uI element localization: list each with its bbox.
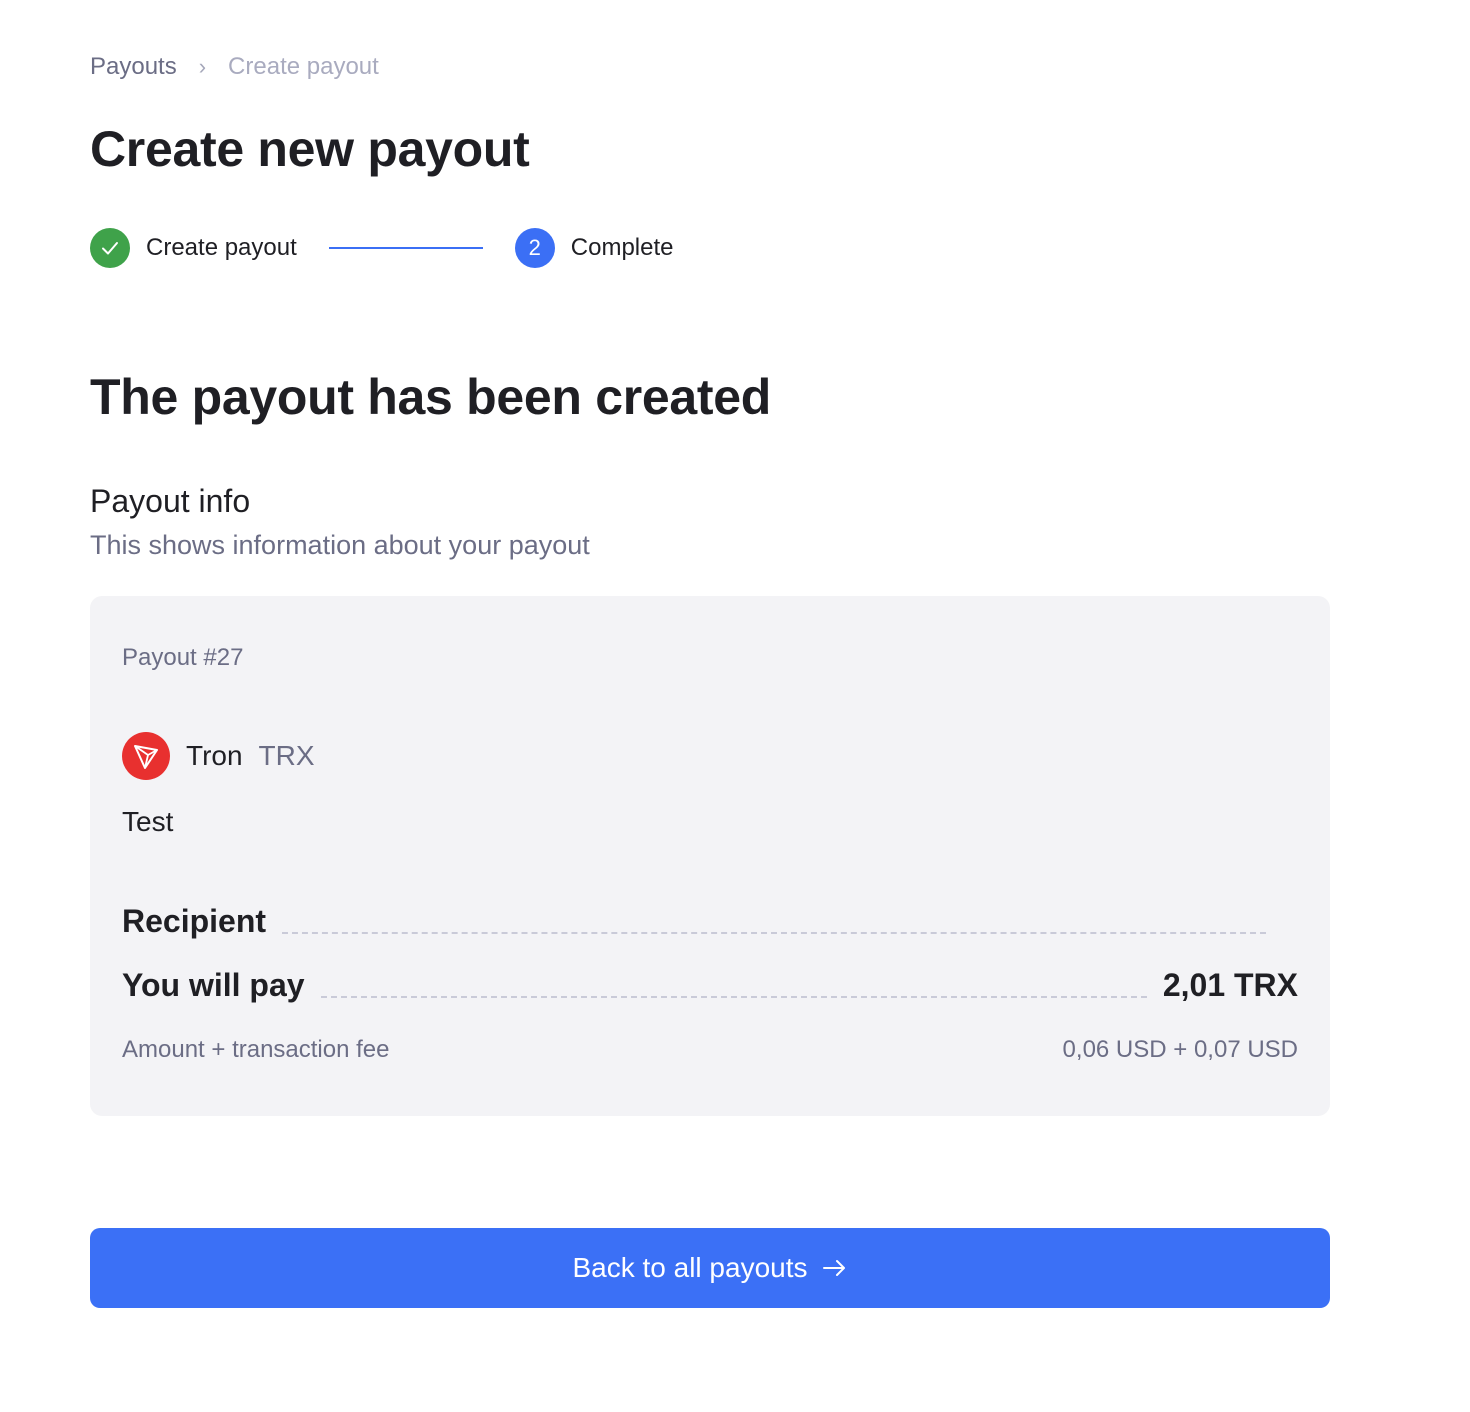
step-label-create-payout: Create payout <box>146 234 297 261</box>
chevron-right-icon: › <box>198 54 207 79</box>
dotted-leader <box>282 931 1266 934</box>
step-label-complete: Complete <box>570 234 674 261</box>
stepper: Create payout 2 Complete <box>90 228 673 268</box>
breadcrumb-current: Create payout <box>228 53 379 80</box>
pay-label: You will pay <box>122 967 305 1003</box>
payout-info-subtitle: This shows information about your payout <box>90 530 590 560</box>
fee-label: Amount + transaction fee <box>122 1036 390 1063</box>
currency-row: Tron TRX <box>122 732 315 780</box>
currency-code: TRX <box>258 740 315 771</box>
breadcrumb-payouts-link[interactable]: Payouts <box>90 52 177 82</box>
success-title: The payout has been created <box>90 369 771 425</box>
back-button-label: Back to all payouts <box>572 1252 808 1283</box>
recipient-row: Recipient <box>122 902 1282 940</box>
pay-value: 2,01 TRX <box>1162 967 1298 1003</box>
fee-row: Amount + transaction fee 0,06 USD + 0,07… <box>122 1036 1298 1064</box>
dotted-leader <box>320 995 1147 998</box>
recipient-label: Recipient <box>122 903 267 939</box>
pay-row: You will pay 2,01 TRX <box>122 966 1298 1004</box>
payout-card: Payout #27 Tron TRX Test Recipient You w… <box>90 596 1330 1116</box>
fee-value: 0,06 USD + 0,07 USD <box>1062 1036 1298 1063</box>
page-title: Create new payout <box>90 121 530 177</box>
currency-name: Tron <box>186 740 243 771</box>
payout-info-title: Payout info <box>90 483 251 519</box>
back-to-payouts-button[interactable]: Back to all payouts <box>90 1228 1330 1308</box>
step-connector <box>328 247 483 249</box>
payout-page: Payouts › Create payout Create new payou… <box>0 0 1470 1412</box>
step-number-badge: 2 <box>514 228 555 268</box>
step-done-check-icon <box>90 228 130 268</box>
arrow-right-icon <box>822 1258 848 1278</box>
breadcrumb: Payouts › Create payout <box>90 52 379 82</box>
tron-icon <box>122 732 170 780</box>
payout-id: Payout #27 <box>122 644 244 671</box>
payout-description: Test <box>122 806 174 837</box>
